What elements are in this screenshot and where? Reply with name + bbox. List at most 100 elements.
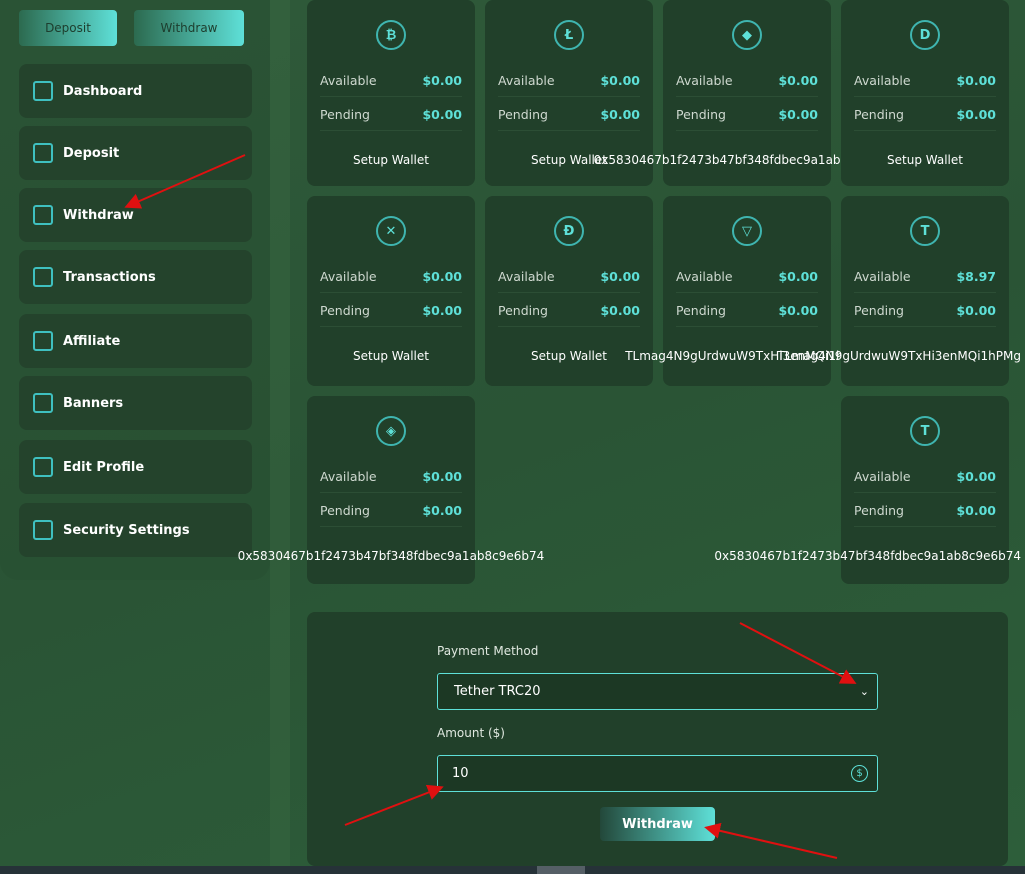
gear-icon [33,457,53,477]
available-label: Available [498,72,555,88]
sidebar-item-dashboard[interactable]: Dashboard [19,64,252,118]
sidebar-item-withdraw[interactable]: Withdraw [19,188,252,242]
wallet-action[interactable]: 0x5830467b1f2473b47bf348fdbec9a1ab8c9e6b… [714,549,1021,563]
available-label: Available [854,268,911,284]
dash-icon: D [910,20,940,50]
sidebar-item-label: Affiliate [63,333,121,349]
available-row: Available $0.00 [320,260,462,293]
payment-method-select[interactable]: Tether TRC20 ⌄ [437,673,878,710]
amount-input[interactable]: 10 $ [437,755,878,792]
wallet-card-tether-trc20: T Available $8.97 Pending $0.00 TLmag4N9gU… [777,196,1021,386]
sidebar-item-label: Banners [63,395,124,411]
sidebar-item-transactions[interactable]: Transactions [19,250,252,304]
available-label: Available [320,268,377,284]
available-label: Available [676,268,733,284]
wallet-card-bitcoin: ₿ Available $0.00 Pending $0.00 Setup Wall… [307,0,475,186]
available-row: Available $0.00 [498,260,640,293]
available-amount: $0.00 [422,268,462,284]
wallet-card-xrp: ✕ Available $0.00 Pending $0.00 Setup Wall… [307,196,475,386]
pending-amount: $0.00 [778,106,818,122]
tether-trc20-icon: T [910,216,940,246]
pending-amount: $0.00 [600,106,640,122]
payment-method-label: Payment Method [437,644,539,658]
withdraw-submit-button[interactable]: Withdraw [600,807,715,841]
wallet-action[interactable]: TLmag4N9gUrdwuW9TxHi3enMQi1hPMg [777,349,1021,363]
withdraw-button[interactable]: Withdraw [134,10,244,46]
available-label: Available [498,268,555,284]
sidebar-item-deposit[interactable]: Deposit [19,126,252,180]
pending-row: Pending $0.00 [498,98,640,131]
pending-label: Pending [854,502,904,518]
sidebar-item-label: Security Settings [63,522,190,538]
sidebar-item-banners[interactable]: Banners [19,376,252,430]
bnb-icon: ◈ [376,416,406,446]
available-label: Available [320,468,377,484]
available-amount: $0.00 [422,468,462,484]
available-row: Available $0.00 [854,64,996,97]
pending-row: Pending $0.00 [854,494,996,527]
tron-icon: ▽ [732,216,762,246]
payment-method-value: Tether TRC20 [454,684,541,699]
pending-amount: $0.00 [600,302,640,318]
wallet-action[interactable]: Setup Wallet [353,153,429,167]
available-amount: $0.00 [600,72,640,88]
available-row: Available $0.00 [320,460,462,493]
tether-bep20-icon: T [910,416,940,446]
sidebar-item-label: Deposit [63,145,120,161]
wallet-action[interactable]: Setup Wallet [531,349,607,363]
sidebar-item-label: Transactions [63,269,156,285]
lock-icon [33,520,53,540]
pending-row: Pending $0.00 [854,98,996,131]
ethereum-icon: ◆ [732,20,762,50]
available-label: Available [676,72,733,88]
dogecoin-icon: Đ [554,216,584,246]
sidebar-item-edit-profile[interactable]: Edit Profile [19,440,252,494]
pending-row: Pending $0.00 [676,98,818,131]
available-row: Available $0.00 [498,64,640,97]
deposit-button[interactable]: Deposit [19,10,117,46]
pending-amount: $0.00 [422,106,462,122]
sidebar-item-label: Dashboard [63,83,143,99]
available-amount: $0.00 [778,268,818,284]
sidebar-item-affiliate[interactable]: Affiliate [19,314,252,368]
available-row: Available $0.00 [676,260,818,293]
bitcoin-icon: ₿ [376,20,406,50]
sidebar-item-label: Withdraw [63,207,134,223]
pending-row: Pending $0.00 [320,494,462,527]
pending-label: Pending [320,302,370,318]
available-label: Available [320,72,377,88]
wallet-action[interactable]: 0x5830467b1f2473b47bf348fdbec9a1ab8c9e6b… [238,549,545,563]
chevron-down-icon: ⌄ [859,685,869,698]
pending-row: Pending $0.00 [498,294,640,327]
wallet-card-dash: D Available $0.00 Pending $0.00 Setup Wall… [841,0,1009,186]
pending-amount: $0.00 [778,302,818,318]
available-row: Available $0.00 [320,64,462,97]
pending-row: Pending $0.00 [854,294,996,327]
banner-icon [33,393,53,413]
available-amount: $0.00 [956,468,996,484]
pending-label: Pending [320,502,370,518]
amount-value: 10 [452,766,469,781]
sidebar-item-security-settings[interactable]: Security Settings [19,503,252,557]
pending-label: Pending [498,302,548,318]
horizontal-scrollbar[interactable] [0,866,1025,874]
wallet-card-bnb: ◈ Available $0.00 Pending $0.00 0x5830467b… [238,396,544,584]
dollar-icon: $ [851,765,868,782]
wallet-action[interactable]: Setup Wallet [887,153,963,167]
scrollbar-thumb[interactable] [537,866,585,874]
pending-amount: $0.00 [956,106,996,122]
wallet-card-ethereum: ◆ Available $0.00 Pending $0.00 0x5830467b… [594,0,900,186]
cash-icon [33,205,53,225]
litecoin-icon: Ł [554,20,584,50]
available-row: Available $0.00 [854,460,996,493]
pending-label: Pending [676,302,726,318]
wallet-action[interactable]: Setup Wallet [353,349,429,363]
available-amount: $0.00 [956,72,996,88]
available-amount: $0.00 [600,268,640,284]
pending-amount: $0.00 [422,302,462,318]
pending-amount: $0.00 [956,502,996,518]
available-row: Available $8.97 [854,260,996,293]
pending-label: Pending [854,106,904,122]
available-label: Available [854,468,911,484]
amount-label: Amount ($) [437,726,505,740]
